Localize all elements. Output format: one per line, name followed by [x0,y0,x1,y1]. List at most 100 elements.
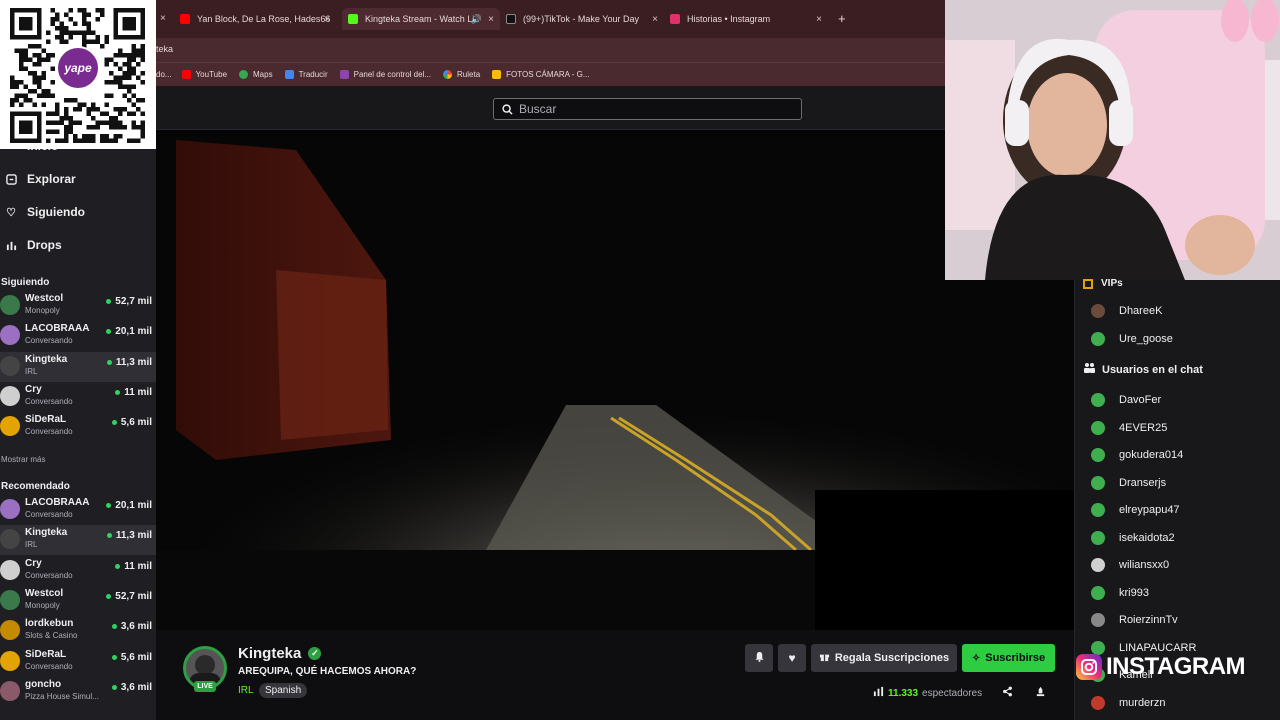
browser-tab[interactable]: Yan Block, De La Rose, Hades66 × [180,8,336,30]
sidebar-channel[interactable]: SiDeRaL Conversando 5,6 mil [0,647,156,677]
chat-user[interactable]: isekaidota2 [1091,529,1271,547]
bookmark-maps[interactable]: Maps [239,70,273,79]
top-navigation: Buscar [156,86,1074,130]
sidebar-item-explore[interactable]: Explorar [0,165,156,193]
chat-user[interactable]: wiliansxx0 [1091,556,1271,574]
bell-icon [754,651,765,665]
sidebar-channel[interactable]: SiDeRaL Conversando 5,6 mil [0,412,156,442]
sidebar-channel[interactable]: LACOBRAAA Conversando 20,1 mil [0,495,156,525]
browser-tab-active[interactable]: Kingteka Stream - Watch Li 🔊 × [342,8,500,30]
sidebar-channel[interactable]: Kingteka IRL 11,3 mil [0,525,156,556]
follow-button[interactable]: ♥ [778,644,806,672]
qr-module [28,44,33,49]
viewers-text: 52,7 mil [115,590,152,602]
sidebar-item-label: Siguiendo [27,205,85,219]
stream-category[interactable]: IRL [238,685,254,696]
qr-module [64,111,69,116]
chat-user[interactable]: 4EVER25 [1091,419,1271,437]
bookmark-label: YouTube [195,70,228,79]
viewers-text: 52,7 mil [115,296,152,307]
qr-module [109,138,114,143]
close-icon[interactable]: × [160,13,166,24]
sidebar-channel[interactable]: Cry Conversando 11 mil [0,556,156,586]
webcam-scene [945,0,1280,280]
qr-module [68,35,73,40]
qr-module [127,57,132,62]
qr-module [113,134,118,139]
qr-module [131,66,136,71]
qr-module [136,138,141,143]
share-icon[interactable] [1002,686,1013,700]
language-tag[interactable]: Spanish [259,683,308,698]
report-icon[interactable] [1035,686,1046,700]
qr-module [86,12,91,17]
bookmark-label: Ruleta [457,70,481,79]
live-dot [106,359,112,365]
sidebar-item-following[interactable]: ♡ Siguiendo [0,198,156,226]
chat-user[interactable]: DhareeK [1091,302,1271,320]
qr-module [28,71,33,76]
close-icon[interactable]: × [652,14,658,25]
bookmark-ruleta[interactable]: Ruleta [443,70,480,79]
qr-module [46,39,51,44]
sidebar-channel[interactable]: Westcol Monopoly 52,7 mil [0,291,156,321]
qr-module [86,125,91,130]
sidebar-item-drops[interactable]: Drops [0,231,156,259]
sidebar-channel[interactable]: Cry Conversando 11 mil [0,382,156,412]
qr-module [104,111,109,116]
qr-module [77,107,82,112]
qr-module [95,107,100,112]
address-bar[interactable]: teka [156,38,945,62]
chat-user[interactable]: murderzn [1091,694,1271,712]
chat-user[interactable]: DavoFer [1091,391,1271,409]
qr-module [19,62,24,67]
speaker-icon[interactable]: 🔊 [471,14,482,25]
sidebar-channel[interactable]: lordkebun Slots & Casino 3,6 mil [0,616,156,646]
qr-module [131,111,136,116]
chat-user[interactable]: Ure_goose [1091,330,1271,348]
channel-avatar [0,499,20,519]
chat-user[interactable]: gokudera014 [1091,446,1271,464]
search-input[interactable]: Buscar [493,98,802,120]
qr-module [41,48,46,53]
close-icon[interactable]: × [816,14,822,25]
gift-subscriptions-button[interactable]: Regala Suscripciones [811,644,957,672]
show-more-link[interactable]: Mostrar más [1,455,45,464]
bookmark-youtube[interactable]: YouTube [181,70,228,79]
chat-user[interactable]: elreypapu47 [1091,501,1271,519]
channel-category: Conversando [25,661,73,671]
qr-module [37,80,42,85]
channel-name[interactable]: Kingteka ✓ [238,645,322,662]
bookmark-photos[interactable]: FOTOS CÁMARA - G... [492,70,590,79]
sidebar-channel[interactable]: Kingteka IRL 11,3 mil [0,351,156,382]
bookmark-translate[interactable]: Traducir [284,70,328,79]
bookmark-dashboard[interactable]: Panel de control del... [339,70,431,79]
chat-user[interactable]: RoierzinnTv [1091,611,1271,629]
subscribe-button[interactable]: ✧ Suscribirse [962,644,1055,672]
sidebar-channel[interactable]: LACOBRAAA Conversando 20,1 mil [0,321,156,351]
user-badge-icon [1091,530,1105,545]
close-icon[interactable]: × [324,14,330,25]
channel-category: Conversando [25,570,73,580]
close-icon[interactable]: × [488,14,494,25]
qr-module [50,93,55,98]
qr-module [136,98,141,103]
qr-module [64,116,69,121]
heart-icon: ♥ [788,651,796,665]
live-dot [106,533,112,539]
browser-tab[interactable]: (99+)TikTok - Make Your Day × [506,8,664,30]
chat-user[interactable]: kri993 [1091,584,1271,602]
qr-module [19,66,24,71]
qr-module [10,102,15,107]
new-tab-button[interactable]: + [838,11,846,26]
browser-tab[interactable]: Historias • Instagram × [670,8,828,30]
sidebar-channel[interactable]: Westcol Monopoly 52,7 mil [0,586,156,616]
notifications-button[interactable] [745,644,773,672]
qr-module [68,98,73,103]
qr-module [28,89,33,94]
qr-module [50,66,55,71]
chat-user[interactable]: Dranserjs [1091,474,1271,492]
sidebar-channel[interactable]: goncho Pizza House Simul... 3,6 mil [0,677,156,707]
bookmark[interactable]: do... [156,70,172,79]
qr-module [91,138,96,143]
